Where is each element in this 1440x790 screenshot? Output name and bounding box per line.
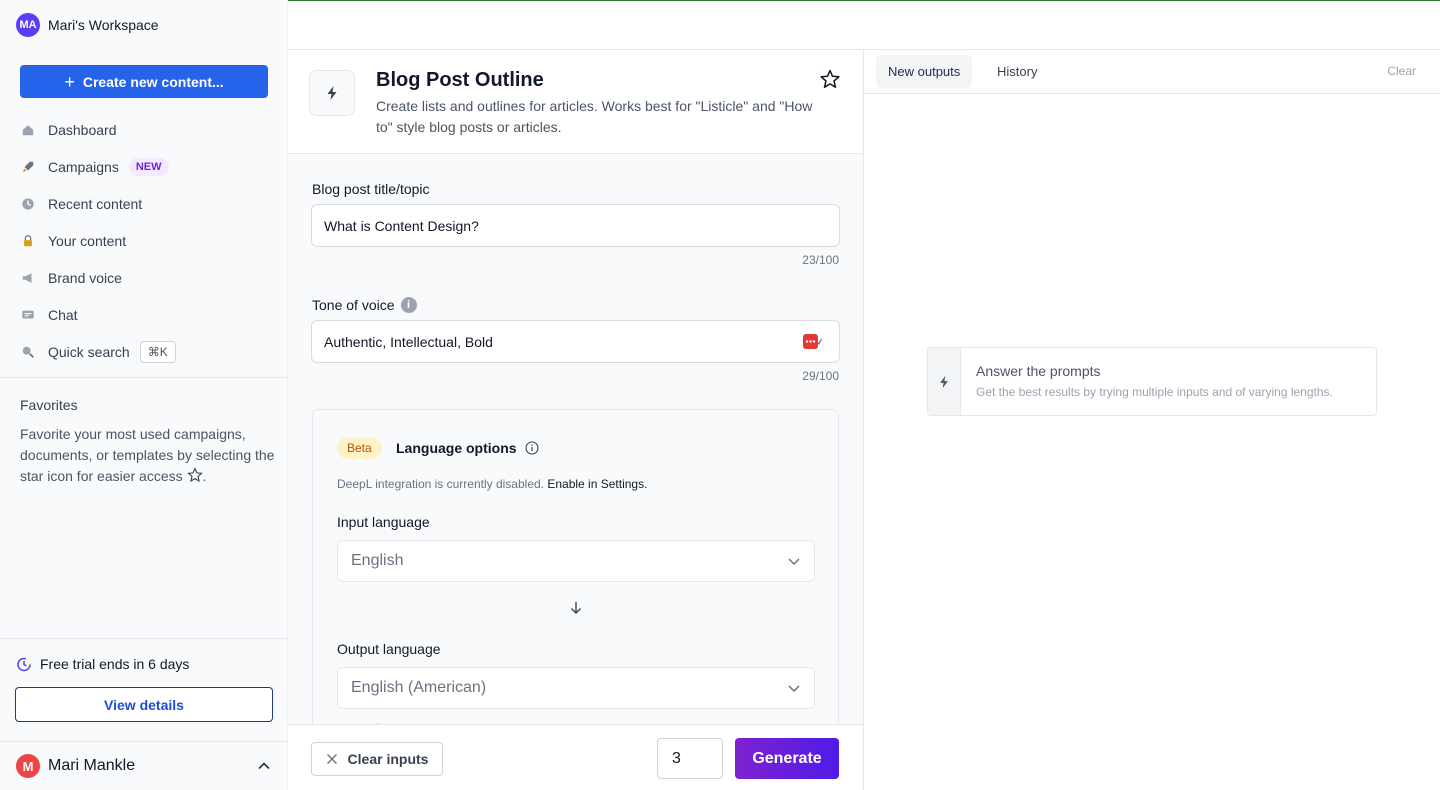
page-title: Blog Post Outline: [376, 69, 544, 91]
bolt-icon: [327, 86, 337, 100]
chevron-down-icon: [788, 558, 800, 566]
create-new-content-button[interactable]: + Create new content...: [20, 65, 268, 98]
user-name: Mari Mankle: [48, 757, 136, 774]
selected-value: English (American): [351, 679, 487, 696]
clear-outputs-button[interactable]: Clear: [1387, 64, 1416, 78]
tab-new-outputs[interactable]: New outputs: [876, 55, 973, 88]
sidebar-item-label: Your content: [48, 232, 127, 249]
rocket-icon: [20, 159, 36, 175]
new-badge: NEW: [128, 157, 169, 176]
template-header: Blog Post Outline Create lists and outli…: [288, 50, 863, 154]
timer-icon: [17, 657, 31, 672]
sidebar-item-chat[interactable]: Chat: [20, 296, 270, 333]
empty-state-title: Answer the prompts: [976, 363, 1101, 379]
enable-settings-link[interactable]: Enable in Settings.: [547, 477, 647, 491]
view-details-button[interactable]: View details: [15, 687, 273, 722]
magnifier-icon: [20, 344, 36, 360]
blog-title-input[interactable]: [311, 204, 840, 247]
output-language-select[interactable]: English (American): [337, 667, 815, 709]
clear-inputs-label: Clear inputs: [347, 751, 429, 767]
empty-state-subtitle: Get the best results by trying multiple …: [976, 385, 1333, 399]
input-language-label: Input language: [337, 514, 430, 530]
sidebar-item-your-content[interactable]: Your content: [20, 222, 270, 259]
arrow-down-icon: [571, 602, 581, 614]
chevron-down-icon: [788, 685, 800, 693]
extension-icon[interactable]: [802, 333, 822, 351]
favorites-description: Favorite your most used campaigns, docum…: [20, 426, 275, 484]
sidebar-item-recent-content[interactable]: Recent content: [20, 185, 270, 222]
info-icon[interactable]: i: [400, 297, 417, 313]
sidebar-item-label: Quick search: [48, 343, 130, 360]
megaphone-icon: [20, 270, 36, 286]
bolt-icon: [940, 375, 948, 388]
favorites-title: Favorites: [20, 397, 78, 413]
lock-icon: [20, 233, 36, 249]
sidebar: MA Mari's Workspace + Create new content…: [0, 0, 288, 790]
output-quantity-input[interactable]: 3: [657, 738, 723, 779]
output-language-label: Output language: [337, 641, 441, 657]
sidebar-item-dashboard[interactable]: Dashboard: [20, 111, 270, 148]
char-counter: 23/100: [802, 253, 839, 267]
trial-text: Free trial ends in 6 days: [40, 656, 190, 672]
sidebar-item-label: Chat: [48, 306, 78, 323]
workspace-avatar: MA: [16, 13, 40, 37]
shortcut-badge: ⌘K: [139, 340, 176, 363]
output-panel: New outputs History Clear Answer the pro…: [864, 49, 1440, 790]
info-circle-icon[interactable]: [525, 441, 539, 455]
template-icon: [309, 70, 355, 116]
char-counter: 29/100: [802, 369, 839, 383]
sidebar-item-campaigns[interactable]: Campaigns NEW: [20, 148, 270, 185]
tab-history[interactable]: History: [985, 55, 1049, 88]
sidebar-nav: Dashboard Campaigns NEW Recent content Y…: [20, 111, 270, 370]
sidebar-item-label: Dashboard: [48, 121, 117, 138]
language-options-card: Beta Language options DeepL integration …: [312, 409, 839, 739]
divider: [0, 638, 288, 639]
empty-state-icon: [928, 348, 961, 415]
user-menu[interactable]: M Mari Mankle: [16, 754, 272, 778]
star-outline-icon: [186, 467, 203, 483]
sidebar-item-label: Recent content: [48, 195, 143, 212]
sidebar-item-label: Brand voice: [48, 269, 122, 286]
trial-notice: Free trial ends in 6 days: [16, 656, 189, 672]
form-footer: Clear inputs 3 Generate: [288, 724, 863, 790]
clear-inputs-button[interactable]: Clear inputs: [311, 742, 443, 776]
clock-icon: [20, 196, 36, 212]
empty-state-text: Answer the prompts Get the best results …: [961, 348, 1333, 415]
blog-title-label: Blog post title/topic: [312, 181, 430, 197]
divider: [0, 741, 288, 742]
chevron-up-icon: [258, 762, 270, 770]
workspace-switcher[interactable]: MA Mari's Workspace: [16, 13, 159, 37]
beta-badge: Beta: [337, 437, 382, 459]
template-description: Create lists and outlines for articles. …: [376, 98, 813, 135]
close-icon: [326, 754, 337, 764]
sidebar-item-label: Campaigns: [48, 158, 119, 175]
workspace-name: Mari's Workspace: [48, 17, 159, 33]
avatar: M: [16, 754, 40, 778]
create-button-label: Create new content...: [82, 73, 224, 90]
sidebar-item-brand-voice[interactable]: Brand voice: [20, 259, 270, 296]
selected-value: English: [351, 552, 404, 569]
empty-state-card: Answer the prompts Get the best results …: [927, 347, 1377, 416]
chat-icon: [20, 307, 36, 323]
tone-of-voice-input[interactable]: [311, 320, 840, 363]
language-options-title: Language options: [396, 440, 539, 456]
output-tabs: New outputs History Clear: [864, 50, 1440, 94]
deepl-notice: DeepL integration is currently disabled.…: [337, 477, 648, 491]
generate-button[interactable]: Generate: [735, 738, 839, 779]
divider: [0, 377, 288, 378]
home-icon: [20, 122, 36, 138]
sidebar-item-quick-search[interactable]: Quick search ⌘K: [20, 333, 270, 370]
input-language-select[interactable]: English: [337, 540, 815, 582]
tone-of-voice-label: Tone of voice i: [312, 297, 417, 313]
plus-icon: +: [64, 71, 75, 92]
favorite-star-icon[interactable]: [819, 68, 841, 90]
template-form-panel: Blog Post Outline Create lists and outli…: [288, 49, 864, 790]
